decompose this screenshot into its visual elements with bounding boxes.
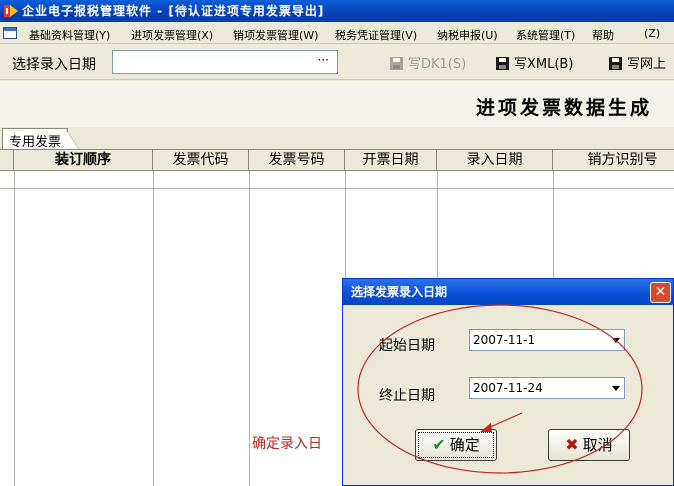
end-date-value: 2007-11-24 [473,381,543,395]
menu-input-invoice[interactable]: 进项发票管理(X) [131,27,213,43]
end-date-combo[interactable]: 2007-11-24 [469,377,625,399]
page-title: 进项发票数据生成 [475,97,652,119]
save-disk-icon [496,57,509,70]
annotation-text: 确定录入日 [252,436,322,452]
grid-line [153,171,154,486]
write-net-label: 写网上 [627,57,667,72]
menu-help[interactable]: 帮助 [592,27,614,43]
menu-bar: 基础资料管理(Y) 进项发票管理(X) 销项发票管理(W) 税务凭证管理(V) … [0,23,674,44]
check-icon: ✔ [432,435,446,454]
ok-button[interactable]: ✔ 确定 [415,429,497,461]
row-indicator-header [0,150,14,170]
date-range-dialog: 选择发票录入日期 ✕ 起始日期 2007-11-1 终止日期 2007-11-2… [342,278,674,486]
date-select-field[interactable]: ··· [112,50,338,74]
grid-header: 装订顺序 发票代码 发票号码 开票日期 录入日期 销方识别号 [0,150,674,171]
start-date-combo[interactable]: 2007-11-1 [469,329,625,351]
col-header-invoice-number[interactable]: 发票号码 [249,150,345,170]
cancel-label: 取消 [582,436,613,454]
write-xml-label: 写XML(B) [514,57,574,72]
write-dk1-button[interactable]: 写DK1(S) [390,53,466,72]
write-net-button[interactable]: 写网上 [609,53,666,72]
write-xml-button[interactable]: 写XML(B) [496,53,573,72]
dialog-title: 选择发票录入日期 [351,285,448,299]
title-bar: 企业电子报税管理软件 - [待认证进项专用发票导出] [0,0,674,22]
cancel-x-icon: ✖ [565,435,579,454]
menu-basic-data[interactable]: 基础资料管理(Y) [29,27,110,43]
col-header-entry-date[interactable]: 录入日期 [437,150,553,170]
save-disk-icon [390,57,403,70]
window-title: 企业电子报税管理软件 - [待认证进项专用发票导出] [22,4,325,18]
chevron-down-icon[interactable] [612,338,620,343]
toolbar: 选择录入日期 ··· 写DK1(S) 写XML(B) 写网上 [0,45,674,80]
dialog-title-bar: 选择发票录入日期 ✕ [343,279,673,305]
menu-z[interactable]: (Z) [644,27,660,40]
chevron-down-icon[interactable] [612,386,620,391]
save-disk-icon [609,57,622,70]
grid-line [14,171,15,486]
date-label: 选择录入日期 [12,57,96,73]
col-header-binding-order[interactable]: 装订顺序 [14,150,153,170]
start-date-value: 2007-11-1 [473,333,536,347]
end-date-label: 终止日期 [379,388,435,404]
tab-row: 专用发票 [0,127,674,150]
menu-output-invoice[interactable]: 销项发票管理(W) [233,27,318,43]
col-header-seller-id[interactable]: 销方识别号 [553,150,674,170]
grid-row-line [0,188,674,189]
ok-label: 确定 [449,436,480,454]
date-picker-button[interactable]: ··· [318,53,329,67]
start-date-label: 起始日期 [379,338,435,354]
tab-special-invoice[interactable]: 专用发票 [2,128,80,150]
menu-tax-voucher[interactable]: 税务凭证管理(V) [335,27,417,43]
system-menu-icon[interactable] [3,27,17,39]
write-dk1-label: 写DK1(S) [408,57,467,72]
col-header-issue-date[interactable]: 开票日期 [345,150,437,170]
menu-system[interactable]: 系统管理(T) [516,27,575,43]
page-header: 进项发票数据生成 [0,81,674,127]
cancel-button[interactable]: ✖ 取消 [548,429,630,461]
menu-tax-declare[interactable]: 纳税申报(U) [437,27,498,43]
close-icon[interactable]: ✕ [650,282,671,303]
app-icon [4,5,18,17]
grid-line [249,171,250,486]
col-header-invoice-code[interactable]: 发票代码 [153,150,249,170]
